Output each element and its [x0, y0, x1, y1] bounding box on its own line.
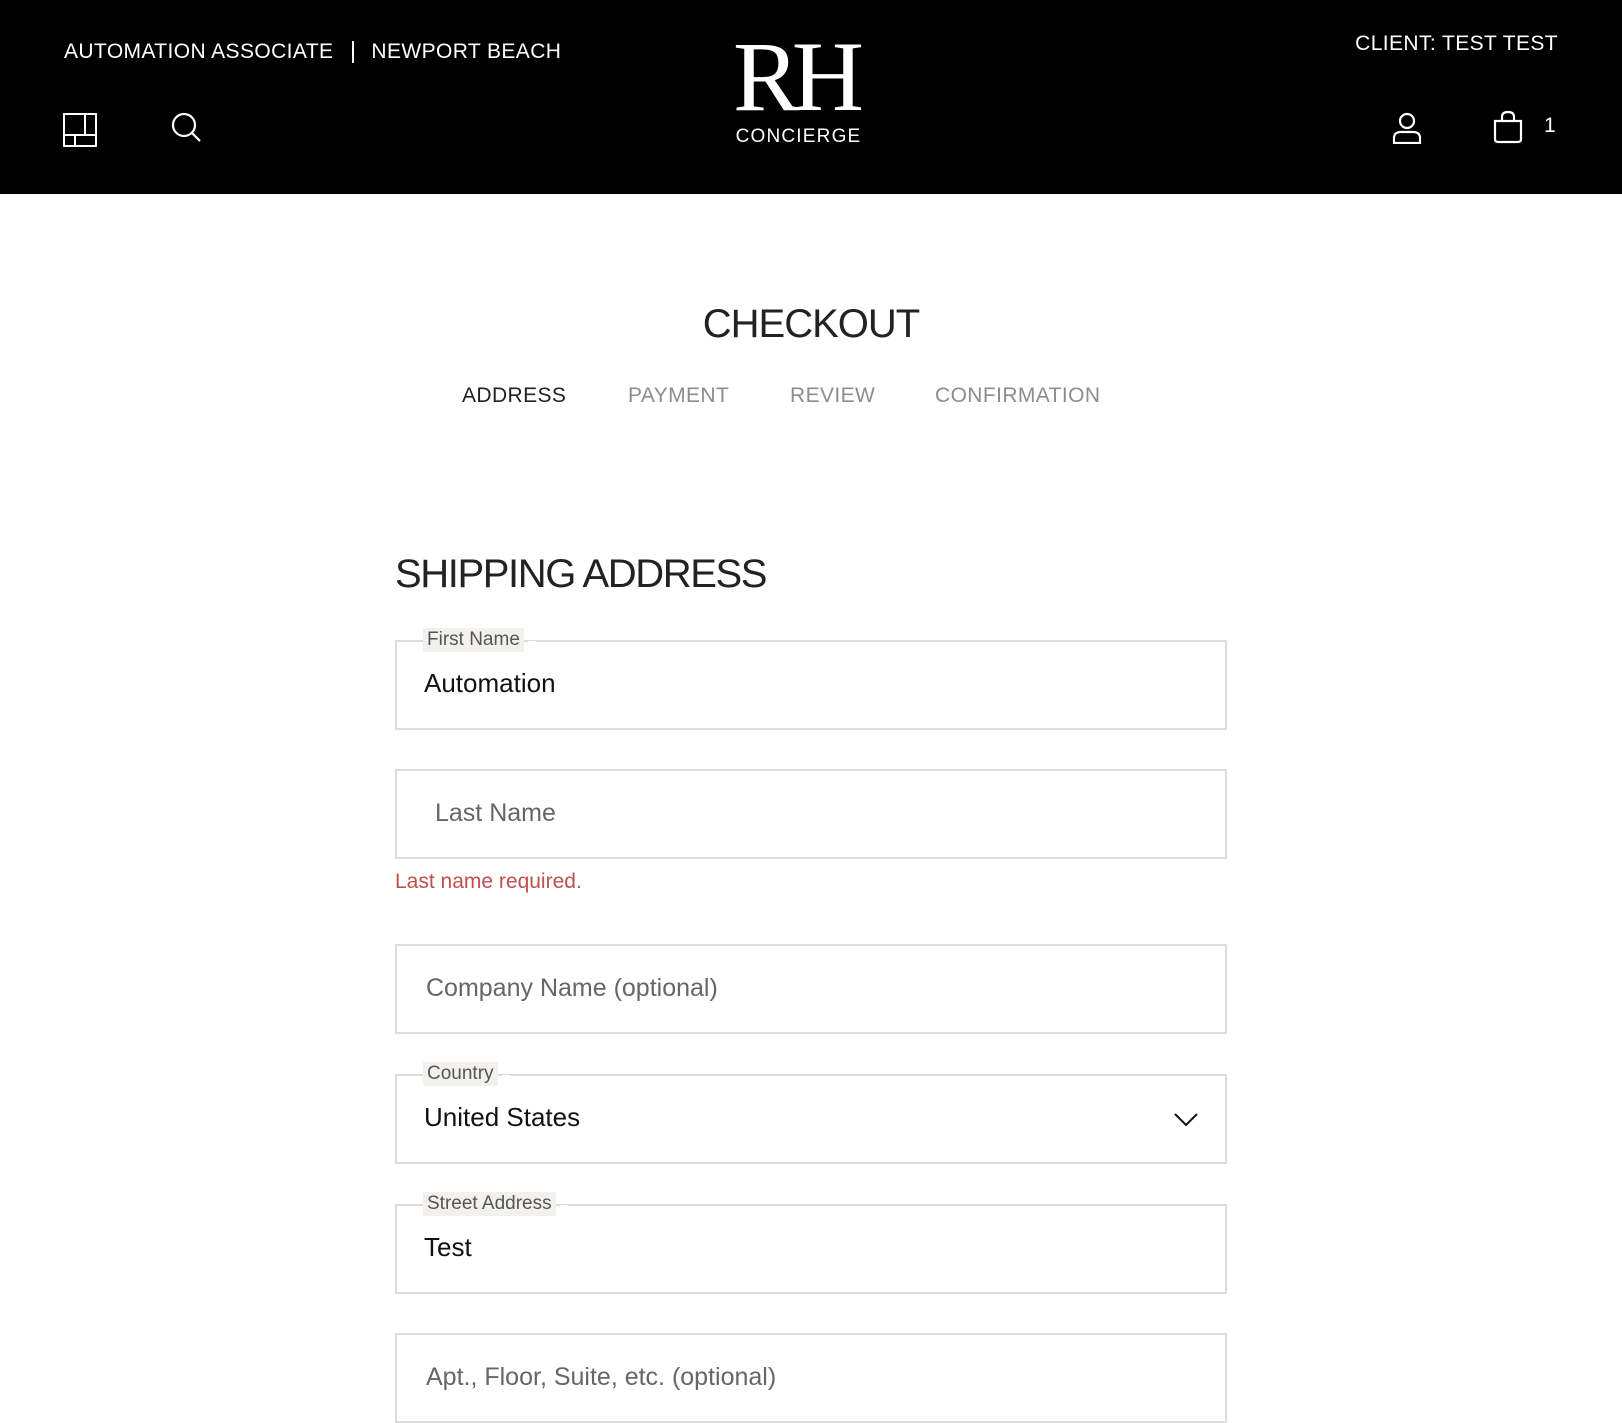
street-address-field[interactable]: Street Address Test	[395, 1192, 1227, 1294]
page-title: CHECKOUT	[702, 302, 920, 346]
company-name-field[interactable]: Company Name (optional)	[395, 944, 1227, 1034]
cart-icon[interactable]	[1490, 108, 1526, 146]
grid-icon[interactable]	[62, 112, 98, 148]
step-confirmation[interactable]: CONFIRMATION	[935, 384, 1100, 408]
step-address[interactable]: ADDRESS	[462, 384, 566, 408]
chevron-down-icon	[1174, 1113, 1198, 1127]
associate-name: AUTOMATION ASSOCIATE	[64, 40, 334, 63]
cart-count[interactable]: 1	[1544, 114, 1556, 138]
search-icon[interactable]	[168, 110, 204, 146]
street-address-label: Street Address	[423, 1192, 568, 1216]
first-name-field[interactable]: First Name Automation	[395, 628, 1227, 730]
first-name-label: First Name	[423, 628, 536, 652]
top-header: AUTOMATION ASSOCIATE NEWPORT BEACH RH CO…	[0, 0, 1622, 194]
country-select[interactable]: Country United States	[395, 1062, 1227, 1164]
apt-suite-field[interactable]: Apt., Floor, Suite, etc. (optional)	[395, 1333, 1227, 1423]
rh-concierge-logo[interactable]: RH CONCIERGE	[711, 21, 886, 148]
step-review[interactable]: REVIEW	[790, 384, 875, 408]
street-address-value: Test	[424, 1232, 472, 1262]
company-name-placeholder: Company Name (optional)	[426, 974, 718, 1002]
country-value: United States	[424, 1102, 581, 1132]
shipping-address-title: SHIPPING ADDRESS	[395, 552, 767, 596]
logo-subtitle: CONCIERGE	[735, 126, 862, 147]
store-location[interactable]: NEWPORT BEACH	[371, 40, 561, 64]
last-name-placeholder: Last Name	[435, 799, 556, 827]
associate-separator	[352, 41, 355, 63]
associate-info: AUTOMATION ASSOCIATE NEWPORT BEACH	[64, 40, 561, 64]
country-label: Country	[423, 1062, 509, 1086]
account-icon[interactable]	[1389, 110, 1425, 146]
logo-mark: RH	[733, 21, 864, 132]
last-name-error: Last name required.	[395, 870, 582, 893]
first-name-value: Automation	[424, 668, 556, 698]
last-name-field[interactable]: Last Name	[395, 769, 1227, 859]
client-name[interactable]: CLIENT: TEST TEST	[1355, 32, 1558, 56]
step-payment[interactable]: PAYMENT	[628, 384, 729, 408]
